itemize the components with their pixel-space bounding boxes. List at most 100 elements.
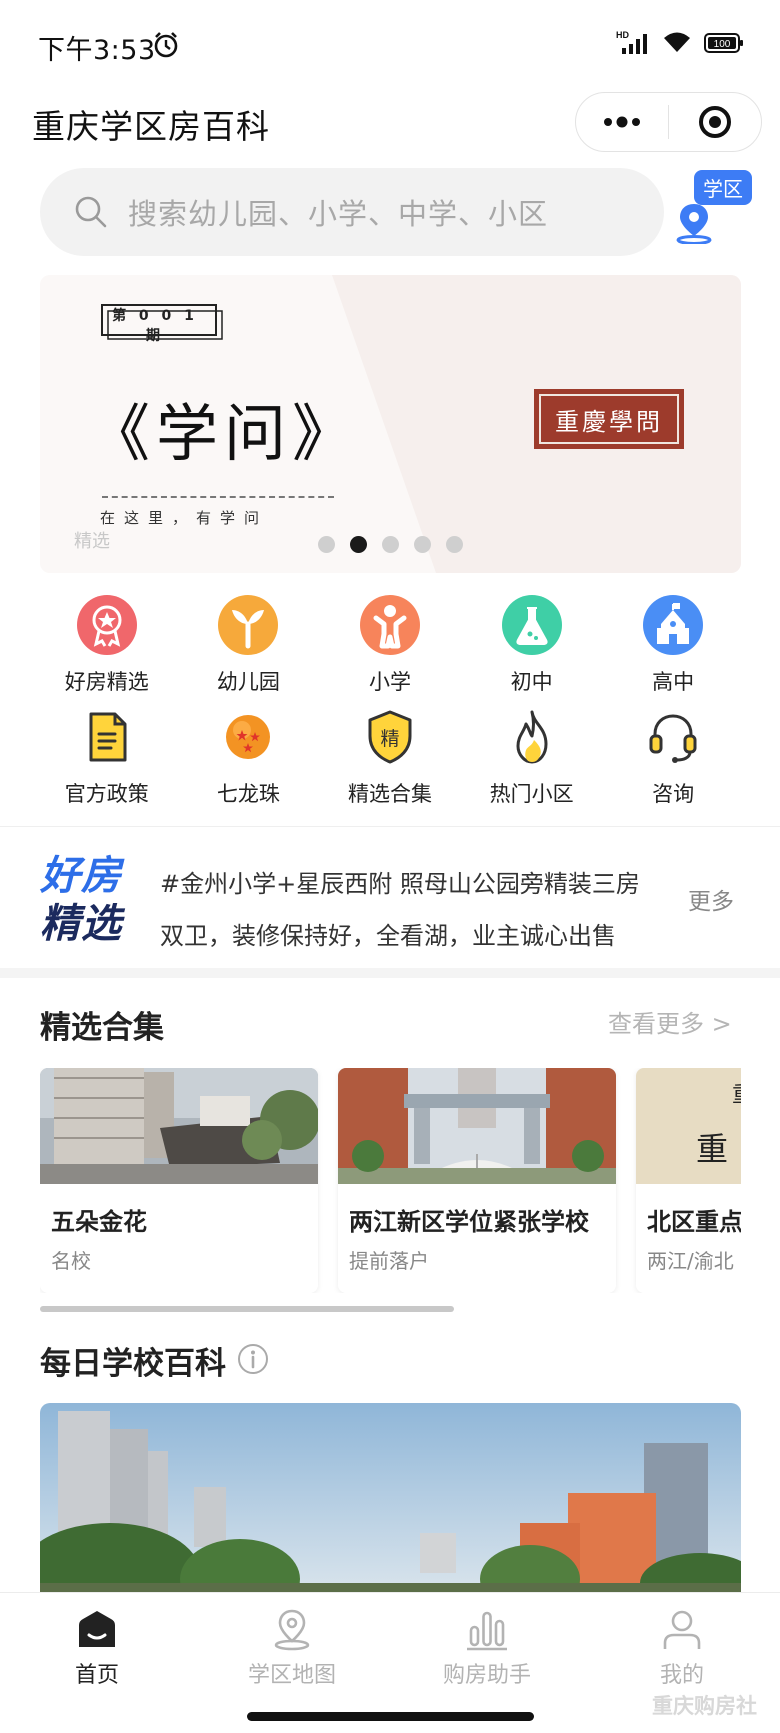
sprout-icon	[218, 595, 279, 655]
card-image: 重 重	[636, 1068, 741, 1184]
dragon-ball-icon	[226, 715, 271, 759]
carousel-dot[interactable]	[382, 536, 399, 553]
daily-school-image[interactable]	[40, 1403, 741, 1593]
banner-issue: 第 0 0 1 期	[112, 308, 198, 344]
featured-more-link[interactable]: 更多	[688, 882, 734, 916]
more-menu-button[interactable]	[576, 93, 668, 151]
carousel-dots[interactable]	[318, 536, 463, 553]
card-image	[40, 1068, 318, 1184]
card-title: 北区重点	[647, 1208, 741, 1236]
banner-seal: 重慶學問	[534, 389, 684, 449]
watermark: 重庆购房社	[652, 1694, 757, 1718]
banner-subtitle: 在这里，有学问	[100, 509, 269, 527]
carousel-scrollbar[interactable]	[40, 1306, 741, 1312]
mini-program-capsule	[575, 92, 762, 152]
category-label: 好房精选	[64, 670, 149, 694]
page-title: 重庆学区房百科	[32, 107, 270, 146]
category-haofang[interactable]: 好房精选	[36, 594, 178, 706]
bar-chart-icon	[467, 1611, 507, 1651]
school-district-button[interactable]: 学区	[668, 170, 752, 246]
search-icon	[75, 196, 107, 228]
banner-title: 《学问》	[88, 397, 361, 470]
headset-icon	[649, 714, 697, 763]
status-time: 下午3:53	[38, 35, 156, 66]
child-icon	[359, 595, 420, 655]
category-consult[interactable]: 咨询	[602, 706, 744, 818]
banner-tag: 精选	[74, 531, 110, 552]
card-subtitle: 两江/渝北	[647, 1249, 734, 1273]
flame-icon	[516, 710, 548, 764]
search-input[interactable]: 搜索幼儿园、小学、中学、小区	[40, 168, 664, 256]
collection-card[interactable]: 两江新区学位紧张学校 提前落户	[338, 1068, 616, 1293]
collection-carousel[interactable]: 五朵金花 名校 两江新区学位紧张学校 提前落户 重 重 北区重点 两江/渝北	[40, 1068, 741, 1293]
card-title: 两江新区学位紧张学校	[349, 1208, 589, 1236]
wifi-icon	[664, 32, 690, 52]
tab-home[interactable]: 首页	[22, 1607, 172, 1689]
collection-card[interactable]: 五朵金花 名校	[40, 1068, 318, 1293]
search-placeholder: 搜索幼儿园、小学、中学、小区	[128, 197, 549, 231]
card-subtitle: 提前落户	[349, 1249, 429, 1273]
daily-title: 每日学校百科	[40, 1346, 226, 1382]
category-label: 热门小区	[489, 782, 574, 806]
close-mini-program-button[interactable]	[669, 93, 761, 151]
category-primary[interactable]: 小学	[319, 594, 461, 706]
category-label: 初中	[510, 670, 553, 694]
carousel-dot[interactable]	[318, 536, 335, 553]
svg-text:100: 100	[714, 39, 731, 50]
tab-mine[interactable]: 我的	[607, 1607, 757, 1689]
collection-card[interactable]: 重 重 北区重点 两江/渝北	[636, 1068, 741, 1293]
tab-label: 首页	[74, 1663, 119, 1688]
featured-logo: 好房 精选	[40, 853, 122, 947]
carousel-dot[interactable]	[414, 536, 431, 553]
category-collection[interactable]: 精 精选合集	[319, 706, 461, 818]
promo-banner[interactable]: 第 0 0 1 期 《学问》 在这里，有学问 精选 重慶學問	[40, 275, 741, 573]
user-icon	[663, 1610, 701, 1649]
shield-icon: 精	[368, 710, 412, 764]
category-grid: 好房精选 幼儿园 小学 初中 高中 官方政策 七龙珠 精 精选合集 热门小区 咨…	[36, 594, 744, 818]
see-more-link[interactable]: 查看更多 >	[608, 1004, 732, 1039]
category-senior[interactable]: 高中	[602, 594, 744, 706]
medal-icon	[76, 595, 137, 655]
category-label: 幼儿园	[216, 670, 280, 694]
cellular-signal-icon: HD	[616, 30, 647, 54]
tab-purchase-assistant[interactable]: 购房助手	[412, 1607, 562, 1689]
document-icon	[89, 712, 127, 762]
scrollbar-thumb[interactable]	[40, 1306, 454, 1312]
school-photo	[40, 1403, 741, 1593]
info-icon[interactable]	[237, 1343, 269, 1375]
card-image	[338, 1068, 616, 1184]
category-label: 小学	[368, 670, 411, 694]
category-policy[interactable]: 官方政策	[36, 706, 178, 818]
card-subtitle: 名校	[51, 1249, 91, 1273]
collection-title: 精选合集	[40, 1010, 164, 1046]
more-dots-icon	[604, 116, 640, 128]
svg-text:重: 重	[696, 1130, 728, 1168]
home-icon	[79, 1611, 115, 1647]
category-kindergarten[interactable]: 幼儿园	[178, 594, 320, 706]
tab-district-map[interactable]: 学区地图	[217, 1607, 367, 1689]
category-label: 官方政策	[64, 782, 149, 806]
category-label: 精选合集	[347, 782, 432, 806]
featured-house-section[interactable]: 好房 精选 #金州小学+星辰西附 照母山公园旁精装三房 双卫，装修保持好，全看湖…	[0, 840, 780, 970]
home-indicator[interactable]	[247, 1712, 534, 1721]
target-circle-icon	[699, 106, 731, 138]
category-label: 高中	[652, 670, 695, 694]
svg-text:HD: HD	[616, 30, 629, 40]
map-pin-icon	[274, 1609, 310, 1651]
alarm-clock-icon	[154, 32, 178, 58]
tab-label: 学区地图	[247, 1663, 336, 1688]
category-hot-community[interactable]: 热门小区	[461, 706, 603, 818]
carousel-dot[interactable]	[446, 536, 463, 553]
status-bar: 下午3:53 HD 100	[0, 0, 780, 90]
flask-icon	[501, 595, 562, 655]
category-dragonball[interactable]: 七龙珠	[178, 706, 320, 818]
svg-text:精: 精	[380, 728, 399, 750]
category-junior[interactable]: 初中	[461, 594, 603, 706]
battery-icon: 100	[704, 33, 743, 53]
school-icon	[643, 595, 704, 655]
category-label: 七龙珠	[216, 782, 280, 806]
carousel-dot[interactable]	[350, 536, 367, 553]
svg-text:重: 重	[732, 1083, 741, 1108]
tab-label: 购房助手	[442, 1663, 531, 1688]
location-pin-icon	[676, 204, 712, 244]
